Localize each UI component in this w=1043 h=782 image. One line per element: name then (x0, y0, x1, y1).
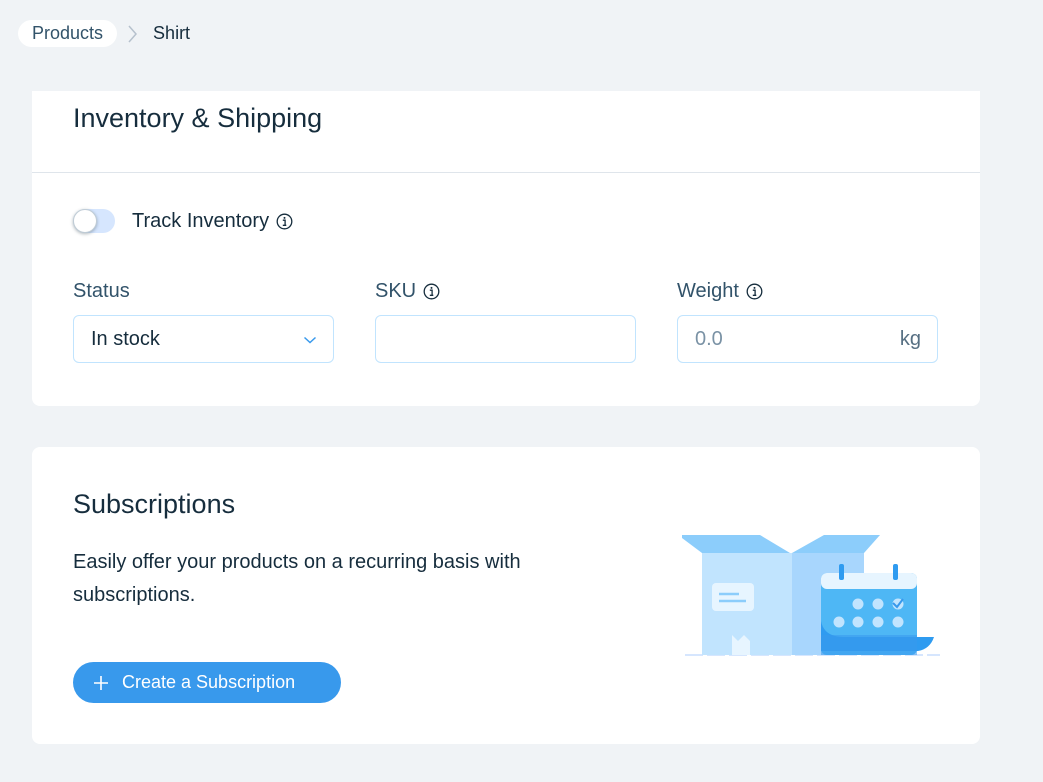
status-label: Status (73, 277, 334, 305)
inventory-shipping-card: Inventory & Shipping Track Inventory Sta… (32, 91, 980, 406)
plus-icon (93, 675, 109, 691)
info-icon[interactable] (423, 283, 440, 300)
chevron-down-icon (303, 328, 317, 351)
chevron-right-icon (117, 20, 147, 47)
weight-field: Weight 0.0 kg (677, 277, 938, 363)
status-dropdown[interactable]: In stock (73, 315, 334, 363)
weight-unit: kg (899, 327, 921, 350)
toggle-knob (73, 209, 97, 233)
subscriptions-title: Subscriptions (73, 489, 236, 519)
sku-input[interactable] (375, 315, 636, 363)
track-inventory-row: Track Inventory (73, 209, 293, 233)
create-subscription-button[interactable]: Create a Subscription (73, 662, 341, 703)
weight-label: Weight (677, 277, 938, 305)
weight-placeholder: 0.0 (695, 327, 723, 350)
sku-label-text: SKU (375, 279, 417, 302)
weight-label-text: Weight (677, 279, 739, 302)
subscriptions-card: Subscriptions Easily offer your products… (32, 447, 980, 744)
create-subscription-label: Create a Subscription (122, 672, 296, 692)
breadcrumb-products-link[interactable]: Products (18, 20, 118, 47)
subscriptions-description: Easily offer your products on a recurrin… (73, 551, 521, 606)
weight-input[interactable]: 0.0 kg (677, 315, 938, 363)
sku-field: SKU (375, 277, 636, 363)
status-label-text: Status (73, 279, 130, 302)
status-selected-value: In stock (91, 327, 160, 350)
breadcrumb: Products Shirt (18, 20, 190, 47)
inventory-card-title: Inventory & Shipping (73, 103, 323, 133)
track-inventory-toggle[interactable] (73, 209, 115, 233)
info-icon[interactable] (746, 283, 763, 300)
status-field: Status In stock (73, 277, 334, 363)
inventory-card-header: Inventory & Shipping (32, 91, 980, 173)
box-calendar-illustration (678, 531, 942, 661)
sku-label: SKU (375, 277, 636, 305)
info-icon[interactable] (276, 213, 293, 230)
breadcrumb-current: Shirt (153, 23, 191, 43)
track-inventory-label: Track Inventory (132, 209, 270, 232)
